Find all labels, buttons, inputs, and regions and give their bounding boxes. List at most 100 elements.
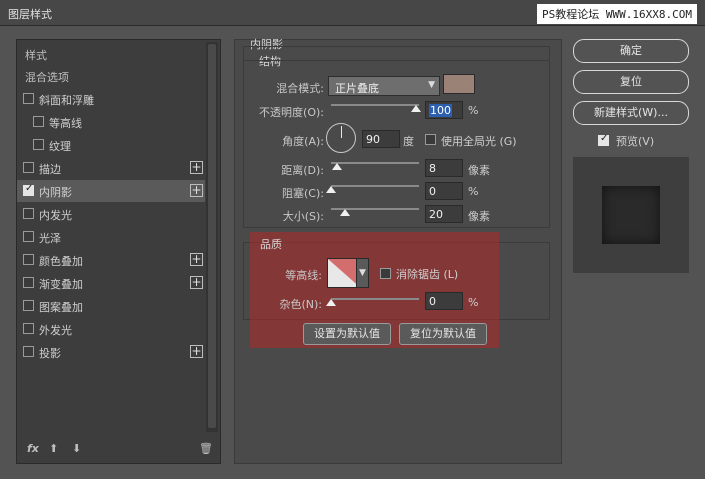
style-item-checkbox[interactable] (23, 231, 34, 242)
style-item-label: 颜色叠加 (39, 255, 83, 268)
reset-button[interactable]: 复位 (573, 70, 689, 94)
style-item-5[interactable]: 内发光 (17, 203, 205, 225)
styles-header[interactable]: 样式 (17, 43, 205, 65)
blending-options-label: 混合选项 (25, 71, 69, 84)
blend-mode-label: 混合模式: (276, 82, 324, 95)
style-item-2[interactable]: 纹理 (17, 134, 205, 156)
noise-slider[interactable] (326, 298, 419, 306)
distance-input[interactable]: 8 (425, 159, 463, 177)
choke-input[interactable]: 0 (425, 182, 463, 200)
style-item-checkbox[interactable] (23, 162, 34, 173)
style-item-7[interactable]: 颜色叠加 + (17, 249, 205, 271)
angle-unit: 度 (403, 135, 414, 148)
style-item-checkbox[interactable] (23, 300, 34, 311)
style-item-11[interactable]: 投影 + (17, 341, 205, 363)
style-item-3[interactable]: 描边 + (17, 157, 205, 179)
add-effect-icon[interactable]: + (190, 184, 203, 197)
noise-value: 0 (429, 295, 436, 308)
blend-mode-value: 正片叠底 (335, 82, 379, 95)
fx-icon[interactable]: fx (27, 442, 39, 455)
style-item-label: 内发光 (39, 209, 72, 222)
noise-slider-knob[interactable] (326, 299, 336, 306)
style-list-scrollbar[interactable] (206, 42, 218, 432)
style-item-1[interactable]: 等高线 (17, 111, 205, 133)
add-effect-icon[interactable]: + (190, 161, 203, 174)
noise-input[interactable]: 0 (425, 292, 463, 310)
style-item-label: 等高线 (49, 117, 82, 130)
opacity-value: 100 (429, 104, 452, 117)
choke-value: 0 (429, 185, 436, 198)
style-item-label: 渐变叠加 (39, 278, 83, 291)
style-preview-swatch (602, 186, 660, 244)
add-effect-icon[interactable]: + (190, 253, 203, 266)
choke-slider[interactable] (326, 185, 419, 193)
new-style-button[interactable]: 新建样式(W)... (573, 101, 689, 125)
choke-slider-knob[interactable] (326, 186, 336, 193)
distance-slider-knob[interactable] (332, 163, 342, 170)
style-item-label: 纹理 (49, 140, 71, 153)
blending-options-item[interactable]: 混合选项 (17, 65, 205, 87)
opacity-unit: % (468, 104, 479, 117)
style-item-checkbox[interactable] (23, 254, 34, 265)
opacity-input[interactable]: 100 (425, 101, 463, 119)
trash-icon[interactable]: 🗑 (199, 442, 213, 455)
chevron-down-icon: ▼ (359, 268, 366, 278)
style-item-label: 投影 (39, 347, 61, 360)
preview-label: 预览(V) (616, 135, 655, 148)
add-effect-icon[interactable]: + (190, 345, 203, 358)
size-label: 大小(S): (282, 210, 324, 223)
angle-value: 90 (366, 133, 380, 146)
global-light-checkbox[interactable] (425, 134, 436, 145)
angle-input[interactable]: 90 (362, 130, 400, 148)
size-slider-knob[interactable] (340, 209, 350, 216)
style-item-checkbox[interactable] (23, 183, 34, 196)
noise-label: 杂色(N): (279, 298, 322, 311)
style-item-checkbox[interactable] (33, 139, 44, 150)
style-item-checkbox[interactable] (23, 208, 34, 219)
quality-title: 品质 (260, 238, 282, 251)
style-item-4[interactable]: 内阴影 + (17, 180, 205, 202)
distance-slider[interactable] (331, 162, 419, 170)
size-value: 20 (429, 208, 443, 221)
distance-label: 距离(D): (281, 164, 324, 177)
style-item-0[interactable]: 斜面和浮雕 (17, 88, 205, 110)
size-input[interactable]: 20 (425, 205, 463, 223)
style-item-6[interactable]: 光泽 (17, 226, 205, 248)
antialias-checkbox[interactable] (380, 268, 391, 279)
style-item-10[interactable]: 外发光 (17, 318, 205, 340)
size-unit: 像素 (468, 210, 490, 223)
preview-checkbox[interactable] (598, 133, 609, 146)
global-light-label: 使用全局光 (G) (441, 135, 517, 148)
add-effect-icon[interactable]: + (190, 276, 203, 289)
contour-dropdown[interactable]: ▼ (356, 258, 369, 288)
choke-unit: % (468, 185, 479, 198)
reset-default-button[interactable]: 复位为默认值 (399, 323, 487, 345)
style-item-checkbox[interactable] (23, 323, 34, 334)
shadow-color-swatch[interactable] (443, 74, 475, 94)
style-item-9[interactable]: 图案叠加 (17, 295, 205, 317)
move-up-icon[interactable]: ⬆ (49, 442, 58, 455)
style-item-checkbox[interactable] (33, 116, 44, 127)
distance-unit: 像素 (468, 164, 490, 177)
style-item-label: 外发光 (39, 324, 72, 337)
opacity-slider-knob[interactable] (411, 105, 421, 112)
antialias-label: 消除锯齿 (L) (396, 268, 459, 281)
style-item-checkbox[interactable] (23, 93, 34, 104)
layer-style-dialog: 样式 混合选项 斜面和浮雕等高线纹理描边 + 内阴影 + 内发光光泽颜色叠加 + 渐变叠加 +… (0, 26, 705, 479)
set-default-button[interactable]: 设置为默认值 (303, 323, 391, 345)
style-item-checkbox[interactable] (23, 346, 34, 357)
ok-button[interactable]: 确定 (573, 39, 689, 63)
scrollbar-thumb[interactable] (208, 44, 216, 428)
title-bar: 图层样式 PS教程论坛 WWW.16XX8.COM (0, 0, 705, 26)
distance-value: 8 (429, 162, 436, 175)
angle-needle (341, 126, 342, 138)
choke-label: 阻塞(C): (282, 187, 324, 200)
size-slider[interactable] (331, 208, 419, 216)
opacity-slider[interactable] (331, 104, 421, 112)
style-item-checkbox[interactable] (23, 277, 34, 288)
style-item-8[interactable]: 渐变叠加 + (17, 272, 205, 294)
angle-dial[interactable] (326, 123, 356, 153)
blend-mode-select[interactable]: 正片叠底 ▼ (328, 76, 440, 96)
chevron-down-icon: ▼ (428, 80, 435, 90)
move-down-icon[interactable]: ⬇ (72, 442, 81, 455)
